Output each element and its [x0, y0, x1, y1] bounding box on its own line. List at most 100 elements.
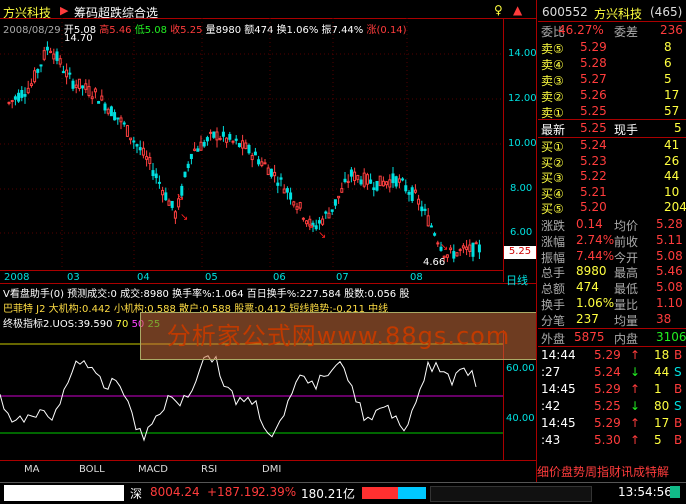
- buy-price: 5.20: [580, 200, 607, 214]
- candle-body: [401, 178, 405, 181]
- chart-area[interactable]: 方兴科技 ▶ 筹码超跌综合选 ♀ ▲ 2008/08/29 开5.08 高5.4…: [0, 0, 537, 503]
- candle-body: [109, 106, 113, 117]
- tab-ma[interactable]: MA: [24, 464, 39, 478]
- sell-level-row[interactable]: 卖③ 5.27 5: [538, 71, 686, 88]
- stat-value: 1.06%: [576, 296, 615, 310]
- tick-time: 14:45: [541, 416, 576, 430]
- stat-row[interactable]: 分笔 237 均量 38: [538, 311, 686, 328]
- osc-axis-label: 60.00: [506, 363, 535, 374]
- stat-row[interactable]: 涨幅 2.74% 前收 5.11: [538, 232, 686, 249]
- stat-value: 7.44%: [576, 248, 615, 263]
- stat-row[interactable]: 总手 8980 最高 5.46: [538, 263, 686, 280]
- candle-body: [141, 147, 145, 156]
- buy-level-row[interactable]: 买④ 5.21 10: [538, 184, 686, 201]
- buy-level-row[interactable]: 买① 5.24 41: [538, 137, 686, 154]
- stat-row[interactable]: 振幅 7.44% 今开 5.08: [538, 248, 686, 265]
- command-input[interactable]: [4, 485, 124, 501]
- candle-body: [445, 254, 449, 258]
- weibi-value: 46.27%: [558, 23, 604, 37]
- candle-body: [202, 142, 206, 147]
- candle-body: [13, 96, 17, 100]
- tick-time: 14:45: [541, 382, 576, 396]
- tick-volume: 5: [654, 433, 662, 447]
- stat-row[interactable]: 涨跌 0.14 均价 5.28: [538, 216, 686, 233]
- candle-body: [314, 225, 318, 230]
- candle-body: [116, 117, 120, 120]
- tick-row[interactable]: :27 5.24 ↓ 44 S: [538, 364, 686, 381]
- candle-body: [173, 211, 177, 219]
- tick-row[interactable]: 14:45 5.29 ↑ 17 B: [538, 415, 686, 432]
- candle-body: [397, 178, 401, 183]
- candle-body: [84, 83, 88, 90]
- candle-body: [461, 245, 465, 249]
- candle-body: [295, 206, 299, 210]
- stat-row[interactable]: 换手 1.06% 量比 1.10: [538, 295, 686, 312]
- buy-level-row[interactable]: 买② 5.23 26: [538, 153, 686, 170]
- sell-volume: 57: [664, 104, 680, 118]
- signal-arrow-icon: ↘: [306, 220, 314, 231]
- sell-level-row[interactable]: 卖⑤ 5.29 8: [538, 39, 686, 56]
- candle-body: [135, 144, 139, 147]
- status-market: 深: [130, 487, 143, 501]
- tab-macd[interactable]: MACD: [138, 464, 168, 478]
- tick-row[interactable]: :43 5.30 ↑ 5 B: [538, 432, 686, 449]
- candle-body: [385, 181, 389, 186]
- buy-level-row[interactable]: 买⑤ 5.20 204: [538, 199, 686, 216]
- tick-time: :42: [541, 399, 561, 413]
- candle-body: [321, 218, 325, 225]
- tick-arrow: ↑: [630, 416, 641, 430]
- tick-row[interactable]: 14:44 5.29 ↑ 18 B: [538, 347, 686, 364]
- sell-level-row[interactable]: 卖④ 5.28 6: [538, 55, 686, 72]
- tab-rsi[interactable]: RSI: [201, 464, 217, 478]
- candle-body: [263, 162, 267, 165]
- candle-body: [269, 168, 273, 177]
- tick-row[interactable]: :42 5.25 ↓ 80 S: [538, 398, 686, 415]
- candle-body: [429, 225, 433, 228]
- candle-body: [122, 122, 126, 125]
- candle-body: [199, 141, 203, 151]
- candle-body: [167, 200, 171, 206]
- candle-body: [68, 72, 72, 75]
- weicha-value: 236: [660, 23, 683, 37]
- candle-body: [330, 209, 334, 212]
- buy-volume: 204: [664, 200, 686, 214]
- candle-body: [279, 177, 283, 180]
- price-axis-label: 10.00: [508, 138, 537, 149]
- candle-body: [452, 251, 456, 259]
- candle-body: [343, 178, 347, 183]
- candle-body: [36, 68, 40, 73]
- sell-volume: 5: [664, 72, 672, 86]
- candle-body: [381, 180, 385, 187]
- inner-value: 3106: [656, 330, 686, 344]
- tick-row[interactable]: 14:45 5.29 ↑ 1 B: [538, 381, 686, 398]
- candle-body: [413, 189, 417, 193]
- candle-body: [189, 153, 193, 160]
- candle-body: [257, 159, 261, 165]
- tick-direction: S: [674, 399, 682, 413]
- tick-volume: 1: [654, 382, 662, 396]
- date-axis-label: 2008: [4, 272, 30, 283]
- stat-row[interactable]: 总额 474 最低 5.08: [538, 279, 686, 296]
- tab-boll[interactable]: BOLL: [79, 464, 105, 478]
- candle-body: [468, 244, 472, 252]
- candle-body: [289, 192, 293, 200]
- sell-level-row[interactable]: 卖① 5.25 57: [538, 103, 686, 120]
- candle-body: [49, 50, 53, 54]
- candle-body: [375, 180, 379, 191]
- weibi-row: 委比 46.27% 委差 236: [538, 21, 686, 39]
- indicator-row-volume: V看盘助手(0) 预测成交:0 成交:8980 换手率%:1.064 百日换手%…: [3, 289, 410, 300]
- indicator-row-uos: 终极指标2.UOS:39.590 70 50 25: [3, 315, 160, 330]
- candle-body: [218, 137, 222, 140]
- tab-dmi[interactable]: DMI: [262, 464, 281, 478]
- signal-arrow-icon: ↘: [176, 192, 184, 203]
- panel-bottom-tabs[interactable]: 细价盘势周指财讯成特解: [537, 463, 686, 480]
- candle-body: [148, 157, 152, 164]
- sell-level-row[interactable]: 卖② 5.26 17: [538, 87, 686, 104]
- tick-direction: B: [674, 382, 683, 396]
- candle-body: [23, 94, 27, 97]
- candle-body: [449, 247, 453, 251]
- stat-value: 5.46: [656, 264, 683, 279]
- status-strength-bar: [362, 487, 426, 499]
- buy-level-row[interactable]: 买③ 5.22 44: [538, 168, 686, 185]
- candle-body: [237, 143, 241, 148]
